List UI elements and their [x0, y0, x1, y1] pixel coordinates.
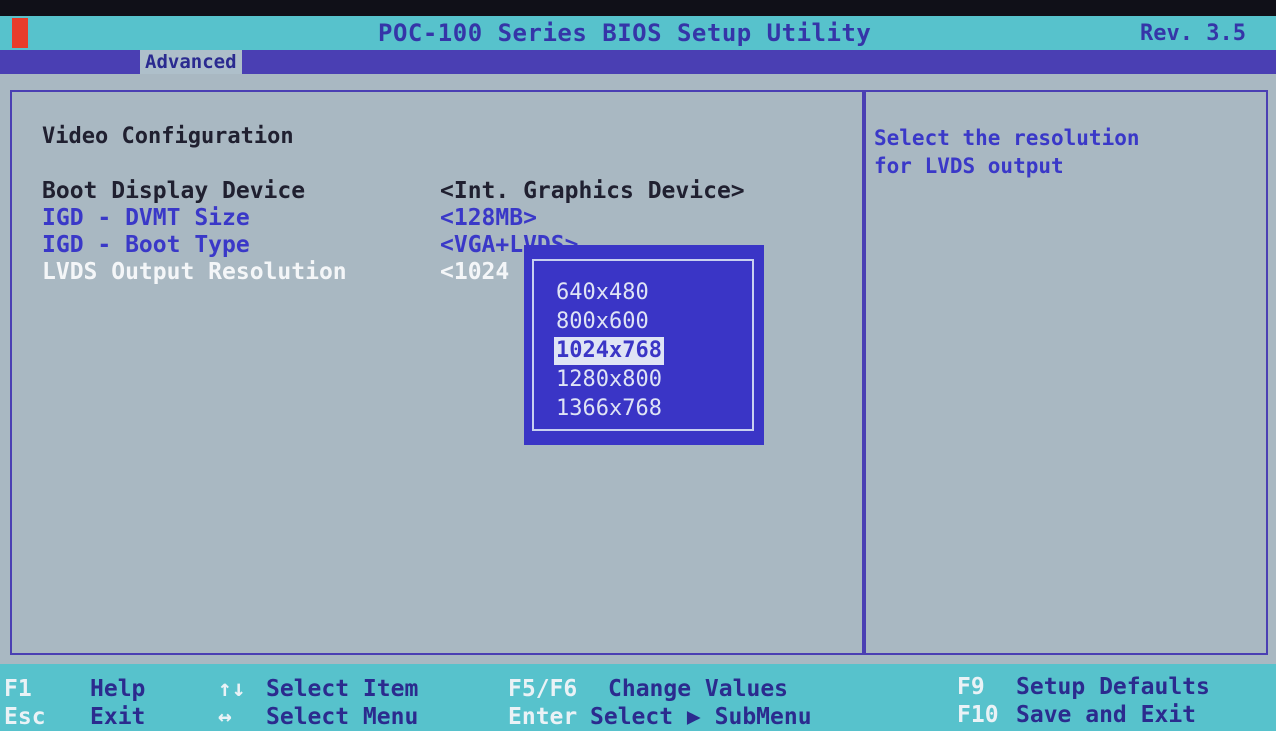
key-leftright-desc: Select Menu [266, 704, 419, 730]
key-legend: F1 Help Esc Exit ↑↓ Select Item ↔ Select… [0, 664, 1276, 731]
title-bar: POC-100 Series BIOS Setup Utility Rev. 3… [0, 16, 1276, 50]
setting-value-lvds-output-resolution[interactable]: <1024 [440, 259, 509, 285]
tab-advanced[interactable]: Advanced [140, 50, 242, 74]
bios-revision: Rev. 3.5 [1140, 21, 1246, 46]
setting-value-igd-dvmt-size[interactable]: <128MB> [440, 205, 537, 231]
key-f10-desc: Save and Exit [1016, 702, 1197, 728]
key-f5f6: F5/F6 [508, 676, 578, 702]
menu-bar: Advanced [0, 50, 1276, 74]
bios-screen: POC-100 Series BIOS Setup Utility Rev. 3… [0, 0, 1276, 731]
key-f5f6-desc: Change Values [608, 676, 789, 702]
key-leftright-icon: ↔ [218, 704, 232, 730]
key-f10: F10 [957, 702, 999, 728]
popup-option-1280x800[interactable]: 1280x800 [554, 366, 664, 394]
help-text: Select the resolution for LVDS output [874, 126, 1140, 178]
bios-title: POC-100 Series BIOS Setup Utility [378, 19, 872, 47]
section-title: Video Configuration [42, 124, 294, 149]
setting-label-igd-dvmt-size[interactable]: IGD - DVMT Size [42, 205, 250, 231]
popup-option-1366x768[interactable]: 1366x768 [554, 395, 664, 423]
title-marker [12, 18, 28, 48]
setting-label-boot-display-device[interactable]: Boot Display Device [42, 178, 305, 204]
help-panel: Select the resolution for LVDS output [864, 90, 1268, 655]
key-updown-desc: Select Item [266, 676, 419, 702]
key-f9-desc: Setup Defaults [1016, 674, 1210, 700]
key-f1-desc: Help [90, 676, 146, 702]
key-f1: F1 [4, 676, 32, 702]
key-esc: Esc [4, 704, 46, 730]
setting-label-igd-boot-type[interactable]: IGD - Boot Type [42, 232, 250, 258]
resolution-popup: 640x480 800x600 1024x768 1280x800 1366x7… [524, 245, 764, 445]
setting-label-lvds-output-resolution[interactable]: LVDS Output Resolution [42, 259, 347, 285]
key-esc-desc: Exit [90, 704, 146, 730]
key-updown-icon: ↑↓ [218, 676, 246, 702]
key-enter: Enter [508, 704, 578, 730]
popup-option-640x480[interactable]: 640x480 [554, 279, 651, 307]
setting-value-boot-display-device[interactable]: <Int. Graphics Device> [440, 178, 745, 204]
popup-option-1024x768[interactable]: 1024x768 [554, 337, 664, 365]
popup-option-800x600[interactable]: 800x600 [554, 308, 651, 336]
key-f9: F9 [957, 674, 985, 700]
key-enter-desc: Select ▶ SubMenu [590, 704, 812, 730]
